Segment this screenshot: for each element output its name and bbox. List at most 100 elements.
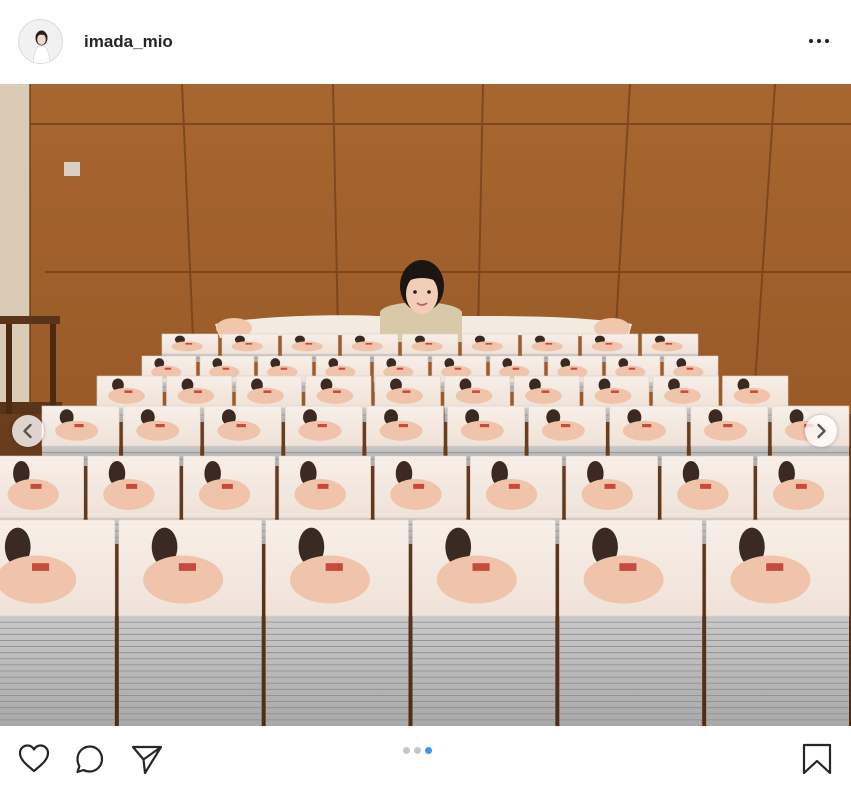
cover-figure xyxy=(194,390,202,393)
cover-figure xyxy=(177,387,215,404)
cover-figure xyxy=(124,390,133,393)
cover-figure xyxy=(750,390,758,393)
cover-figure xyxy=(425,343,433,345)
cover-figure xyxy=(622,420,666,441)
cover-figure xyxy=(436,555,517,604)
cover-figure xyxy=(143,555,224,604)
cover-figure xyxy=(581,478,633,510)
cover-figure xyxy=(263,390,272,393)
more-options-icon[interactable] xyxy=(807,29,831,53)
cover-figure xyxy=(164,367,172,370)
cover-figure xyxy=(325,563,343,571)
cover-figure xyxy=(291,341,323,352)
cover-figure xyxy=(222,367,230,370)
cover-figure xyxy=(651,341,683,352)
cover-figure xyxy=(31,563,50,571)
next-slide-button[interactable] xyxy=(805,415,837,447)
cover-figure xyxy=(472,563,490,571)
cover-figure xyxy=(247,387,284,404)
cover-figure xyxy=(398,424,409,428)
cover-figure xyxy=(604,483,616,489)
cover-figure xyxy=(171,341,203,352)
avatar[interactable] xyxy=(18,19,63,64)
paper-plane-icon xyxy=(131,745,163,775)
cover-figure xyxy=(795,483,807,489)
cover-figure xyxy=(479,424,490,428)
comment-button[interactable] xyxy=(73,742,107,776)
cover-figure xyxy=(594,387,632,404)
cover-figure xyxy=(686,367,694,370)
cover-figure xyxy=(665,343,673,345)
comment-icon xyxy=(76,745,104,774)
cover-figure xyxy=(0,555,77,604)
cover-figure xyxy=(413,483,425,489)
cover-figure xyxy=(289,555,370,604)
cover-figure xyxy=(333,390,341,393)
cover-figure xyxy=(611,390,619,393)
cover-figure xyxy=(379,420,423,441)
cover-figure xyxy=(723,424,733,428)
chevron-right-icon xyxy=(817,423,826,439)
cover-figure xyxy=(605,343,613,345)
cover-figure xyxy=(55,420,99,441)
cover-figure xyxy=(390,478,442,510)
cover-figure xyxy=(386,387,423,404)
cover-figure xyxy=(280,367,288,370)
cover-figure xyxy=(677,478,729,510)
cover-figure xyxy=(472,390,480,393)
cover-figure xyxy=(730,555,811,604)
cover-figure xyxy=(294,478,346,510)
cover-figure xyxy=(317,483,329,489)
heart-icon xyxy=(18,744,50,773)
cover-figure xyxy=(541,420,585,441)
cover-figure xyxy=(103,478,155,510)
cover-figure xyxy=(560,424,571,428)
carousel-dot xyxy=(414,747,421,754)
share-button[interactable] xyxy=(130,742,164,776)
cover-figure xyxy=(74,424,84,428)
cover-figure xyxy=(591,341,623,352)
cover-figure xyxy=(108,387,145,404)
cover-figure xyxy=(396,367,404,370)
cover-figure xyxy=(628,367,636,370)
cover-figure xyxy=(198,478,251,510)
cover-figure xyxy=(700,483,712,489)
cover-figure xyxy=(485,478,538,510)
cover-figure xyxy=(298,420,342,441)
cover-figure xyxy=(7,478,59,510)
post-actions xyxy=(0,726,851,788)
save-button[interactable] xyxy=(800,742,834,776)
cover-figure xyxy=(471,341,503,352)
cover-figure xyxy=(245,343,253,345)
cover-figure xyxy=(126,483,138,489)
cover-figure xyxy=(402,390,411,393)
cover-figure xyxy=(236,424,246,428)
cover-figure xyxy=(136,420,180,441)
cover-figure xyxy=(317,424,327,428)
username[interactable]: imada_mio xyxy=(84,32,173,52)
cover-figure xyxy=(30,483,42,489)
cover-figure xyxy=(305,343,313,345)
cover-figure xyxy=(703,420,748,441)
cover-figure xyxy=(217,420,261,441)
cover-figure xyxy=(619,563,637,571)
cover-figure xyxy=(411,341,443,352)
like-button[interactable] xyxy=(17,742,51,776)
cover-figure xyxy=(316,387,354,404)
post-header: imada_mio xyxy=(0,0,851,84)
cover-figure xyxy=(155,424,165,428)
cover-figure xyxy=(570,367,578,370)
cover-figure xyxy=(231,341,263,352)
photo-scene xyxy=(0,84,851,726)
carousel-indicator xyxy=(403,747,432,755)
bookmark-icon xyxy=(802,743,832,775)
cover-figure xyxy=(455,387,493,404)
cover-figure xyxy=(508,483,520,489)
previous-slide-button[interactable] xyxy=(12,415,44,447)
cover-figure xyxy=(545,343,553,345)
cover-figure xyxy=(772,478,825,510)
cover-figure xyxy=(512,367,520,370)
cover-figure xyxy=(525,387,562,404)
cover-figure xyxy=(531,341,563,352)
cover-figure xyxy=(454,367,462,370)
